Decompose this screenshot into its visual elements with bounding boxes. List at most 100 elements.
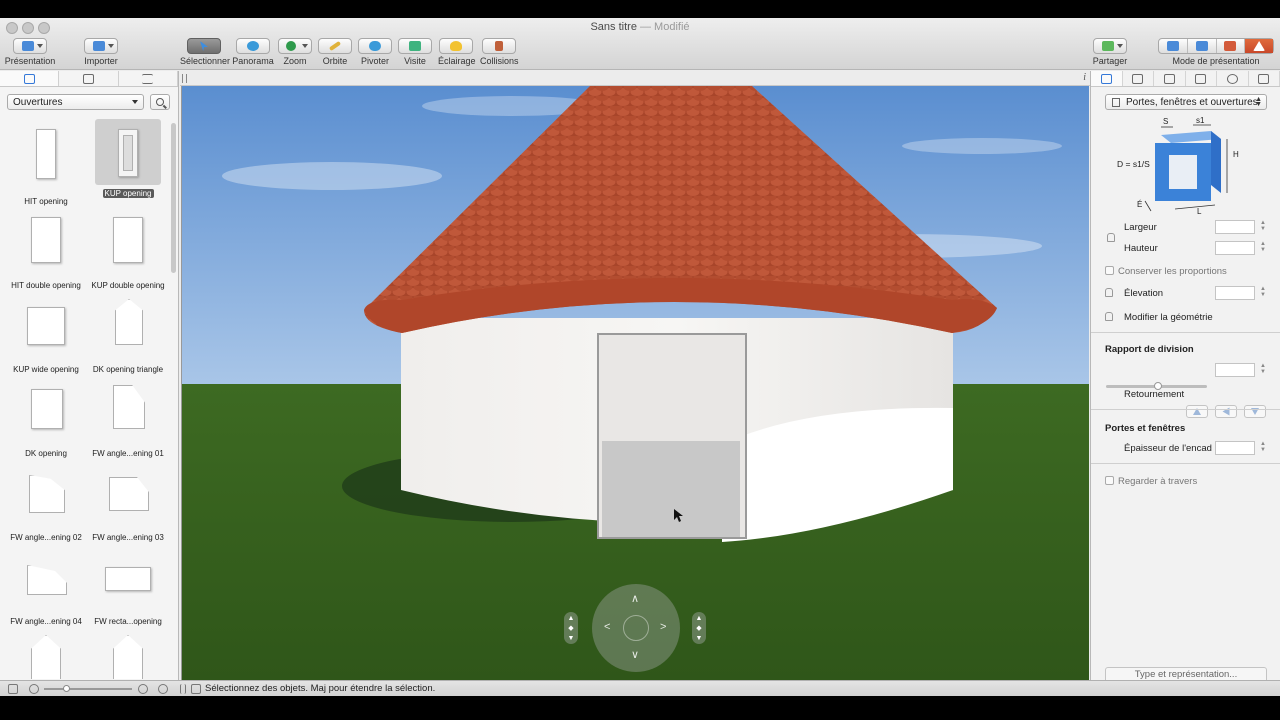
look-through-checkbox[interactable] [1105,476,1114,485]
tab-furniture[interactable] [1123,71,1154,86]
elevation-view-icon [1195,41,1208,51]
tab-materials[interactable] [59,71,119,86]
frame-thickness-stepper[interactable]: ▲ ▼ [1259,441,1267,455]
info-icon[interactable]: i [1083,72,1086,83]
divider [1091,409,1280,410]
house-icon [1258,73,1270,84]
library-item[interactable]: KUP double opening [88,211,168,290]
keep-proportions-checkbox[interactable] [1105,266,1114,275]
tab-building[interactable] [1249,71,1280,86]
doors-windows-heading: Portes et fenêtres [1105,423,1186,434]
elevation-stepper[interactable]: ▲ ▼ [1259,286,1267,300]
double-opening-icon [95,211,161,277]
lighting-tool-button[interactable]: Éclairage [438,38,476,66]
nav-right-icon[interactable]: > [660,621,666,633]
letterbox-bottom [0,696,1280,720]
flip-vertical-button[interactable] [1186,405,1208,418]
library-item[interactable]: FW angle...ening 02 [6,463,86,542]
select-tool-button[interactable]: Sélectionner [180,38,230,66]
library-item[interactable]: FW angle...ening 03 [88,463,168,542]
furniture-tab-icon [1132,73,1144,84]
tour-tool-button[interactable]: Visite [398,38,432,66]
presentation-button[interactable]: Présentation [4,38,56,66]
zoom-slider[interactable] [44,685,132,692]
share-button[interactable]: Partager [1092,38,1128,66]
library-item[interactable]: HIT opening [6,127,86,206]
flip-horizontal-button[interactable] [1215,405,1237,418]
plan-view-mode-button[interactable] [1159,39,1188,53]
width-field[interactable] [1215,220,1255,234]
width-stepper[interactable]: ▲ ▼ [1259,220,1267,234]
share-label: Partager [1092,56,1128,66]
tab-material[interactable] [1154,71,1186,86]
collisions-tool-button[interactable]: Collisions [480,38,519,66]
image-icon[interactable] [8,684,18,694]
elevation-field[interactable] [1215,286,1255,300]
elevation-lock-icon[interactable] [1105,288,1113,297]
library-item-selected[interactable]: KUP opening [88,119,168,198]
door-opening-icon [95,119,161,185]
library-item[interactable]: FW angle...ening 04 [6,547,86,626]
library-item[interactable]: DK opening [6,379,86,458]
division-ratio-slider[interactable] [1106,382,1207,390]
library-item[interactable]: HIT double opening [6,211,86,290]
orbit-tool-button[interactable]: Orbite [318,38,352,66]
pivot-tool-button[interactable]: Pivoter [358,38,392,66]
navigation-wheel[interactable]: ∧ ∨ < > [592,584,680,672]
eye-icon [369,41,381,51]
geometry-lock-icon[interactable] [1105,312,1113,321]
window-title: Sans titre — Modifié [0,21,1280,33]
library-item[interactable]: KUP wide opening [6,295,86,374]
zoom-in-icon[interactable] [138,684,148,694]
inspector-panel: Portes, fenêtres et ouvertures ▲ ▼ D = s1… [1090,71,1280,683]
tab-objects[interactable] [0,71,60,86]
collisions-tool-label: Collisions [480,56,519,66]
height-control-left[interactable]: ▲ ◆ ▼ [564,612,578,644]
panorama-tool-button[interactable]: Panorama [230,38,276,66]
link-lock-icon[interactable] [1107,233,1115,242]
height-field[interactable] [1215,241,1255,255]
panel-toggle-icon[interactable] [182,74,187,83]
tour-tool-label: Visite [404,56,426,66]
nav-left-icon[interactable]: < [604,621,610,633]
inspector-tabs [1091,71,1280,87]
3d-viewport[interactable]: ▲ ◆ ▼ ∧ ∨ < > ▲ ◆ ▼ [181,86,1089,680]
library-item[interactable]: DK opening triangle [88,295,168,374]
zoom-tool-button[interactable]: Zoom [278,38,312,66]
library-item[interactable] [88,631,168,679]
division-ratio-field[interactable] [1215,363,1255,377]
frame-thickness-field[interactable] [1215,441,1255,455]
zoom-tool-label: Zoom [283,56,307,66]
panel-toggle-icon[interactable] [180,684,186,694]
division-ratio-stepper[interactable]: ▲ ▼ [1259,363,1267,377]
flip-both-button[interactable] [1244,405,1266,418]
angled-opening-icon [13,463,79,529]
nav-up-icon[interactable]: ∧ [631,592,639,605]
settings-gear-icon[interactable] [158,684,168,694]
split-view-mode-button[interactable] [1217,39,1246,53]
library-scrollbar[interactable] [171,123,176,273]
elevation-view-mode-button[interactable] [1188,39,1217,53]
zoom-out-icon[interactable] [29,684,39,694]
category-select[interactable]: Ouvertures [7,94,144,110]
tab-light[interactable] [1217,71,1249,86]
tab-door-window[interactable] [1091,71,1123,86]
materials-tab-icon [82,73,94,84]
letterbox-top [0,0,1280,18]
nav-down-icon[interactable]: ∨ [631,648,639,661]
library-item[interactable]: FW angle...ening 01 [88,379,168,458]
tab-list[interactable] [119,71,178,86]
library-item[interactable] [6,631,86,679]
zoom-slider-knob[interactable] [63,685,70,692]
door-opening-floor [602,441,740,537]
tab-camera[interactable] [1186,71,1217,86]
viewport-header: i [180,71,1090,86]
height-stepper[interactable]: ▲ ▼ [1259,241,1267,255]
height-control-right[interactable]: ▲ ◆ ▼ [692,612,706,644]
library-search-button[interactable] [150,94,170,110]
library-item[interactable]: FW recta...opening [88,547,168,626]
import-button[interactable]: Importer [78,38,124,66]
object-type-select[interactable]: Portes, fenêtres et ouvertures ▲ ▼ [1105,94,1267,110]
3d-view-mode-button[interactable] [1245,39,1273,53]
navigation-center[interactable] [623,615,649,641]
